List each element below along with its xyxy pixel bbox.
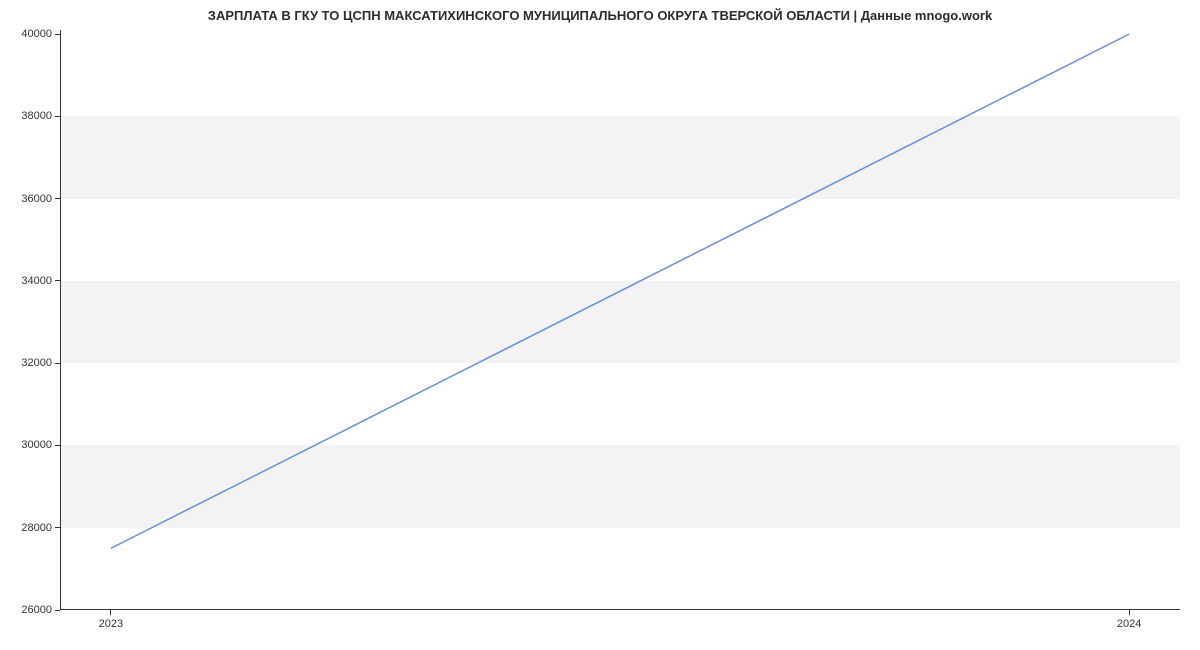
plot-area: 2600028000300003200034000360003800040000… <box>60 30 1180 610</box>
x-tick-label: 2023 <box>99 618 123 630</box>
y-tick-label: 36000 <box>21 193 52 205</box>
y-tick-mark <box>55 527 60 528</box>
chart-title: ЗАРПЛАТА В ГКУ ТО ЦСПН МАКСАТИХИНСКОГО М… <box>0 8 1200 23</box>
y-tick-mark <box>55 280 60 281</box>
y-tick-label: 28000 <box>21 522 52 534</box>
y-tick-mark <box>55 116 60 117</box>
x-tick-mark <box>1129 610 1130 615</box>
y-tick-label: 34000 <box>21 275 52 287</box>
y-tick-label: 40000 <box>21 28 52 40</box>
y-tick-label: 26000 <box>21 604 52 616</box>
x-tick-mark <box>110 610 111 615</box>
y-tick-mark <box>55 445 60 446</box>
chart-container: ЗАРПЛАТА В ГКУ ТО ЦСПН МАКСАТИХИНСКОГО М… <box>0 0 1200 650</box>
data-line <box>111 34 1129 548</box>
y-tick-mark <box>55 198 60 199</box>
x-tick-label: 2024 <box>1117 618 1141 630</box>
y-tick-label: 38000 <box>21 110 52 122</box>
y-tick-label: 30000 <box>21 439 52 451</box>
y-tick-label: 32000 <box>21 357 52 369</box>
y-tick-mark <box>55 34 60 35</box>
line-layer <box>60 30 1180 610</box>
y-tick-mark <box>55 363 60 364</box>
y-tick-mark <box>55 610 60 611</box>
